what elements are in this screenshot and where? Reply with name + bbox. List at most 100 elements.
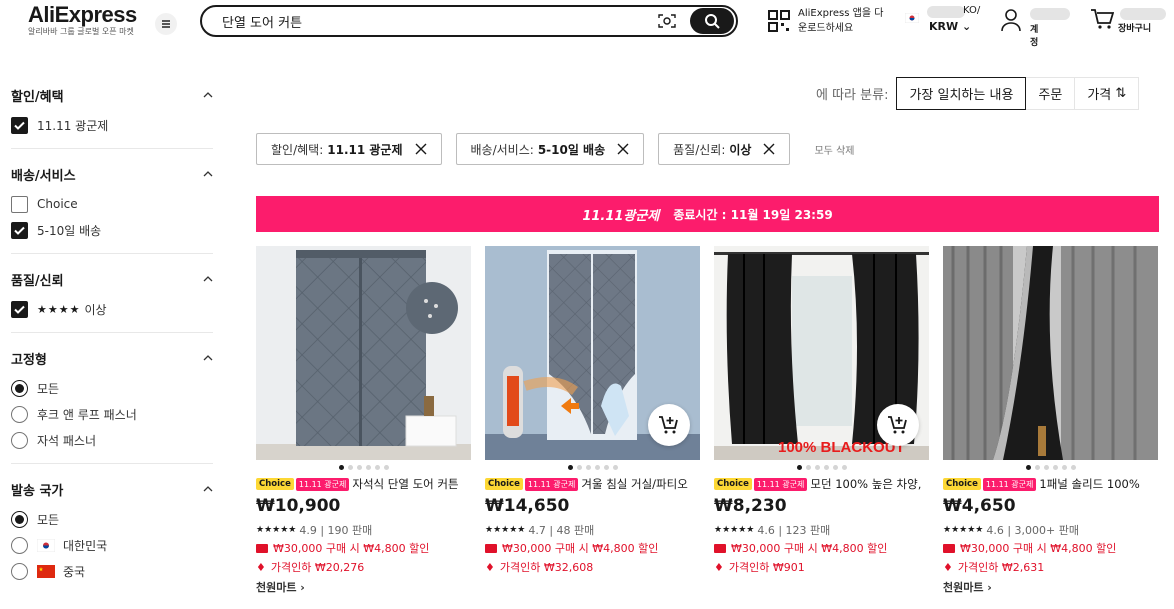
store-link[interactable]: 천원마트 › <box>943 579 1158 595</box>
product-rating: ★★★★★ 4.7 | 48 판매 <box>485 523 595 538</box>
filter-option[interactable]: 모든 <box>11 375 213 401</box>
product-title: 자석식 단열 도어 커튼 <box>352 477 459 491</box>
chevron-up-icon[interactable] <box>203 169 213 179</box>
filter-option[interactable]: Choice <box>11 191 213 217</box>
filter-group-fastening: 고정형 모든 후크 앤 루프 패스너 자석 패스너 <box>11 345 213 464</box>
filter-option-label: 5-10일 배송 <box>37 223 102 238</box>
camera-search-icon[interactable] <box>658 13 676 29</box>
product-image[interactable] <box>485 246 700 460</box>
product-title-row[interactable]: Choice 11.11 광군제 겨울 침실 거실/파티오 <box>485 475 700 493</box>
radio[interactable] <box>11 562 28 580</box>
image-carousel-dots[interactable] <box>485 465 700 471</box>
filter-option-label: 모든 <box>37 381 60 396</box>
chevron-up-icon[interactable] <box>203 274 213 284</box>
product-image[interactable] <box>256 246 471 460</box>
filter-option[interactable]: 자석 패스너 <box>11 427 213 453</box>
clear-all-link[interactable]: 모두 삭제 <box>814 142 854 157</box>
radio[interactable] <box>11 536 28 554</box>
product-card[interactable]: Choice 11.11 광군제 자석식 단열 도어 커튼 ₩10,900 ★★… <box>256 246 471 595</box>
filter-option-label: 자석 패스너 <box>37 433 97 448</box>
logo-tagline: 알리바바 그룹 글로벌 오픈 마켓 <box>28 27 134 36</box>
filter-option[interactable]: 11.11 광군제 <box>11 112 213 138</box>
filter-group-shipping: 배송/서비스 Choice 5-10일 배송 <box>11 161 213 254</box>
search-button[interactable] <box>690 8 734 34</box>
logo[interactable]: AliExpress 알리바바 그룹 글로벌 오픈 마켓 <box>28 2 138 37</box>
radio-selected[interactable] <box>11 510 28 528</box>
filter-group-header[interactable]: 발송 국가 <box>11 476 213 502</box>
chevron-up-icon[interactable] <box>203 90 213 100</box>
choice-badge: Choice <box>714 478 752 490</box>
logo-text[interactable]: AliExpress <box>28 2 138 28</box>
search-input[interactable] <box>222 12 642 30</box>
banner-text: 종료시간 : 11월 19일 23:59 <box>673 207 833 222</box>
active-filter-chip[interactable]: 품질/신뢰: 이상 <box>658 133 791 165</box>
price-drop-row: ♦ 가격인하 ₩20,276 <box>256 559 471 575</box>
filter-group-header[interactable]: 배송/서비스 <box>11 161 213 187</box>
add-to-cart-button[interactable] <box>877 404 919 446</box>
product-title-row[interactable]: Choice 11.11 광군제 1패널 솔리드 100% <box>943 475 1158 493</box>
radio[interactable] <box>11 405 28 423</box>
filter-option[interactable]: 중국 <box>11 558 213 584</box>
image-carousel-dots[interactable] <box>256 465 471 471</box>
filter-option[interactable]: 모든 <box>11 506 213 532</box>
rating-value: 4.9 <box>299 523 317 537</box>
app-download[interactable]: AliExpress 앱을 다 운로드하세요 <box>768 6 883 36</box>
sort-bar: 에 따라 분류: 가장 일치하는 내용 주문 가격 ⇅ <box>816 77 1140 110</box>
product-image[interactable]: 100% BLACKOUT <box>714 246 929 460</box>
menu-icon[interactable] <box>155 13 177 35</box>
active-filter-chip[interactable]: 할인/혜택: 11.11 광군제 <box>256 133 442 165</box>
image-carousel-dots[interactable] <box>714 465 929 471</box>
product-image[interactable] <box>943 246 1158 460</box>
checkbox-checked[interactable] <box>11 221 28 239</box>
add-to-cart-button[interactable] <box>648 404 690 446</box>
radio-selected[interactable] <box>11 379 28 397</box>
filter-title: 배송/서비스 <box>11 168 76 184</box>
coupon-row: ₩30,000 구매 시 ₩4,800 할인 <box>256 540 471 556</box>
filter-option[interactable]: 후크 앤 루프 패스너 <box>11 401 213 427</box>
filter-option[interactable]: 대한민국 <box>11 532 213 558</box>
filter-option-label: 중국 <box>63 564 86 579</box>
door-curtain-image <box>256 246 471 460</box>
chevron-up-icon[interactable] <box>203 353 213 363</box>
product-title-row[interactable]: Choice 11.11 광군제 자석식 단열 도어 커튼 <box>256 475 471 493</box>
star-rating-icon: ★★★★★ <box>714 525 755 535</box>
chip-value: 이상 <box>729 142 752 157</box>
active-filter-chip[interactable]: 배송/서비스: 5-10일 배송 <box>455 133 645 165</box>
cart-button[interactable]: 장바구니 <box>1090 8 1166 34</box>
product-card[interactable]: Choice 11.11 광군제 1패널 솔리드 100% ₩4,650 ★★★… <box>943 246 1158 595</box>
filter-option-label: 11.11 광군제 <box>37 118 109 133</box>
product-title-row[interactable]: Choice 11.11 광군제 모던 100% 높은 차양, <box>714 475 929 493</box>
filter-group-discount: 할인/혜택 11.11 광군제 <box>11 82 213 149</box>
close-icon[interactable] <box>763 143 775 155</box>
checkbox-checked[interactable] <box>11 116 28 134</box>
coupon-icon <box>714 543 726 553</box>
product-card[interactable]: Choice 11.11 광군제 겨울 침실 거실/파티오 ₩14,650 ★★… <box>485 246 700 595</box>
price-drop-row: ♦ 가격인하 ₩32,608 <box>485 559 700 575</box>
product-card[interactable]: 100% BLACKOUT Choice 11.11 광군제 모던 100% 높… <box>714 246 929 595</box>
coupon-icon <box>485 543 497 553</box>
filter-group-header[interactable]: 품질/신뢰 <box>11 266 213 292</box>
close-icon[interactable] <box>617 143 629 155</box>
price-drop-text: 가격인하 ₩20,276 <box>270 561 365 574</box>
sort-best-match[interactable]: 가장 일치하는 내용 <box>896 77 1027 110</box>
close-icon[interactable] <box>415 143 427 155</box>
language: KO/ <box>963 5 981 16</box>
product-title: 모던 100% 높은 차양, <box>810 477 922 491</box>
filter-group-header[interactable]: 할인/혜택 <box>11 82 213 108</box>
image-carousel-dots[interactable] <box>943 465 1158 471</box>
chevron-up-icon[interactable] <box>203 484 213 494</box>
chip-value: 5-10일 배송 <box>537 142 606 157</box>
filter-option[interactable]: ★★★★ 이상 <box>11 296 213 322</box>
qr-code-icon <box>768 10 790 32</box>
promo-banner[interactable]: 11.11광군제 종료시간 : 11월 19일 23:59 <box>256 196 1159 232</box>
account-menu[interactable]: 계정 <box>1000 8 1070 48</box>
store-link[interactable]: 천원마트 › <box>256 579 471 595</box>
sort-orders[interactable]: 주문 <box>1026 77 1076 110</box>
radio[interactable] <box>11 431 28 449</box>
checkbox-checked[interactable] <box>11 300 28 318</box>
filter-option[interactable]: 5-10일 배송 <box>11 217 213 243</box>
filter-group-header[interactable]: 고정형 <box>11 345 213 371</box>
sort-price[interactable]: 가격 ⇅ <box>1075 77 1140 110</box>
checkbox[interactable] <box>11 195 28 213</box>
active-filters: 할인/혜택: 11.11 광군제 배송/서비스: 5-10일 배송 품질/신뢰:… <box>256 133 854 165</box>
